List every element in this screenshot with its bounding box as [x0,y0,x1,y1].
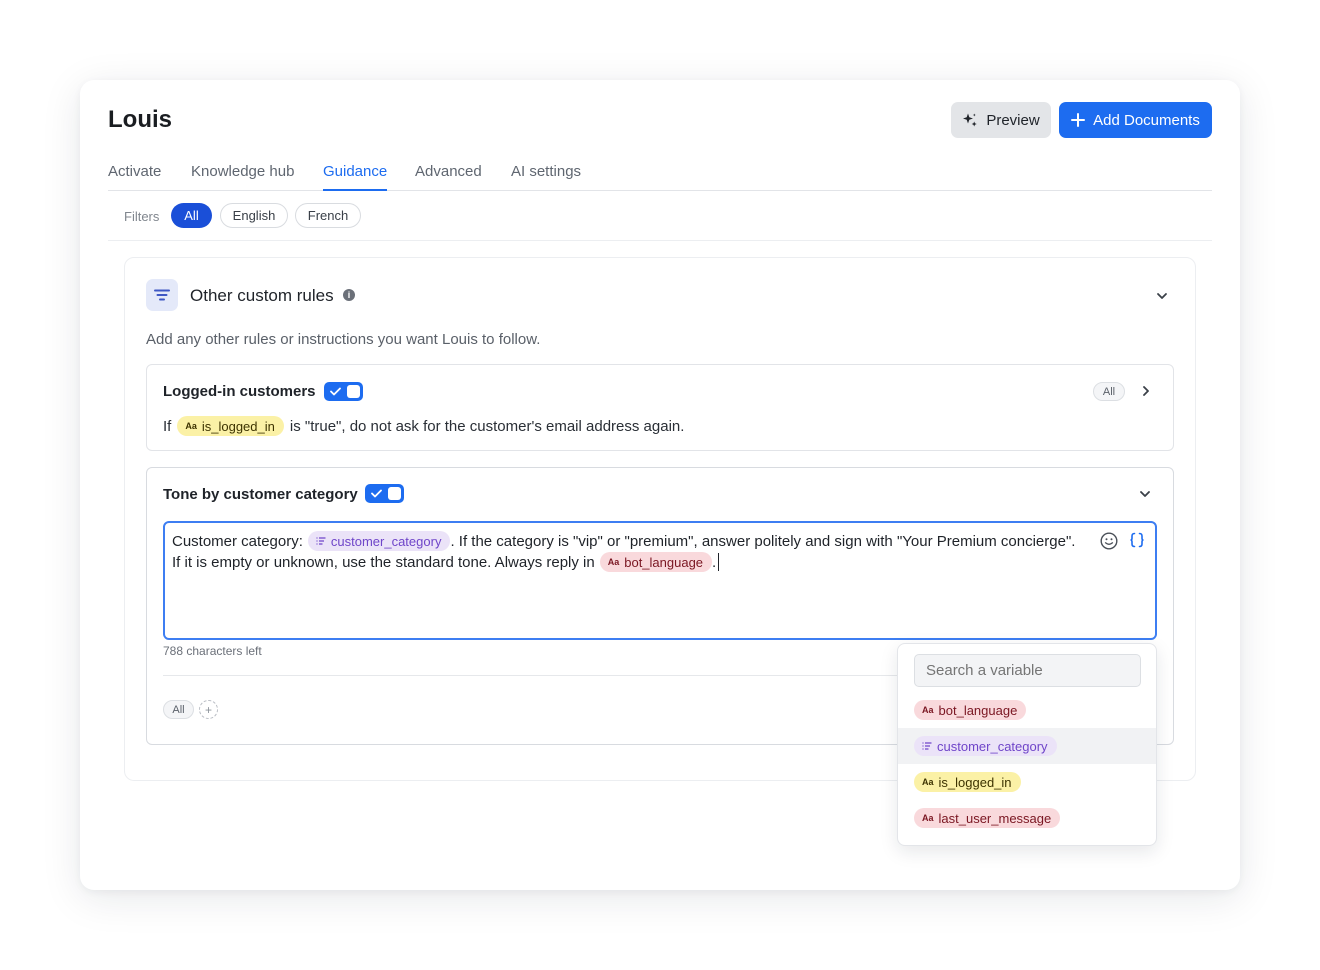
tab-bar: Activate Knowledge hub Guidance Advanced… [108,163,1212,191]
variable-name: bot_language [938,702,1018,718]
rule-text-prefix: If [163,417,172,435]
language-tag: All [163,700,194,719]
check-icon [330,387,341,396]
preview-button[interactable]: Preview [951,102,1051,138]
rule-card-logged-in[interactable]: Logged-in customers All If Aa is_logged_… [146,364,1174,451]
chevron-down-icon[interactable] [1155,289,1169,303]
variable-name: is_logged_in [938,774,1012,790]
variable-chip[interactable]: customer_category [307,531,451,551]
filter-english[interactable]: English [220,203,288,228]
list-icon [316,537,326,545]
variable-option-bot-language[interactable]: Aa bot_language [898,692,1156,728]
text-type-icon: Aa [607,557,620,567]
variable-option-is-logged-in[interactable]: Aa is_logged_in [898,764,1156,800]
editor-text: . [712,553,717,571]
text-type-icon: Aa [922,813,934,823]
add-documents-button[interactable]: Add Documents [1059,102,1212,138]
rule-text: If Aa is_logged_in is "true", do not ask… [163,415,684,437]
rule-toggle[interactable] [365,484,404,503]
variable-chip[interactable]: Aa is_logged_in [177,416,284,436]
variable-name: bot_language [624,554,704,570]
filter-french[interactable]: French [295,203,361,228]
variable-name: last_user_message [938,810,1052,826]
emoji-icon[interactable] [1100,532,1118,550]
characters-left: 788 characters left [163,644,262,658]
rule-editor[interactable]: Customer category: customer_category . I… [163,521,1157,640]
variable-chip: Aa last_user_message [914,808,1061,828]
variable-picker: Aa bot_language customer_category Aa is_… [897,643,1157,846]
text-type-icon: Aa [922,705,934,715]
tab-knowledge-hub[interactable]: Knowledge hub [191,163,294,191]
text-type-icon: Aa [185,421,197,431]
variable-braces-icon[interactable] [1129,532,1145,548]
variable-chip: Aa is_logged_in [914,772,1021,792]
plus-icon [1071,113,1086,127]
rule-name: Tone by customer category [163,486,358,503]
main-card: Louis Preview Add Documents Activate Kno… [80,80,1240,890]
language-tag: All [1093,382,1125,401]
rule-toggle[interactable] [324,382,363,401]
page-title: Louis [108,106,172,133]
tab-advanced[interactable]: Advanced [415,163,482,191]
variable-option-last-user-message[interactable]: Aa last_user_message [898,800,1156,836]
add-language-button[interactable]: + [199,700,218,719]
filters-bar: Filters All English French [108,191,1212,241]
tab-activate[interactable]: Activate [108,163,161,191]
preview-label: Preview [986,111,1040,129]
sparkle-icon [963,113,978,127]
text-cursor [718,553,720,571]
variable-search-input[interactable] [914,654,1141,687]
editor-line-2: If it is empty or unknown, use the stand… [172,550,720,574]
editor-text: If it is empty or unknown, use the stand… [172,553,595,571]
variable-chip: customer_category [914,736,1057,756]
filter-all[interactable]: All [171,203,212,228]
check-icon [371,489,382,498]
variable-chip: Aa bot_language [914,700,1027,720]
section-description: Add any other rules or instructions you … [146,331,541,348]
rule-text-suffix: is "true", do not ask for the customer's… [289,417,685,435]
filters-label: Filters [124,209,160,224]
section-title: Other custom rules [190,286,334,305]
editor-text: Customer category: [172,532,303,550]
variable-name: is_logged_in [201,418,275,434]
tab-guidance[interactable]: Guidance [323,163,388,191]
variable-name: customer_category [937,738,1048,754]
chevron-right-icon[interactable] [1139,384,1153,398]
rule-name: Logged-in customers [163,383,316,400]
text-type-icon: Aa [922,777,934,787]
chevron-down-icon[interactable] [1138,487,1152,501]
editor-text: . If the category is "vip" or "premium",… [450,532,1076,550]
variable-option-customer-category[interactable]: customer_category [898,728,1156,764]
tab-ai-settings[interactable]: AI settings [511,163,581,191]
variable-name: customer_category [330,533,442,549]
filter-lines-icon [146,279,178,311]
add-documents-label: Add Documents [1093,111,1200,129]
variable-chip[interactable]: Aa bot_language [599,552,713,572]
info-icon[interactable]: i [343,289,355,301]
list-icon [922,742,932,750]
